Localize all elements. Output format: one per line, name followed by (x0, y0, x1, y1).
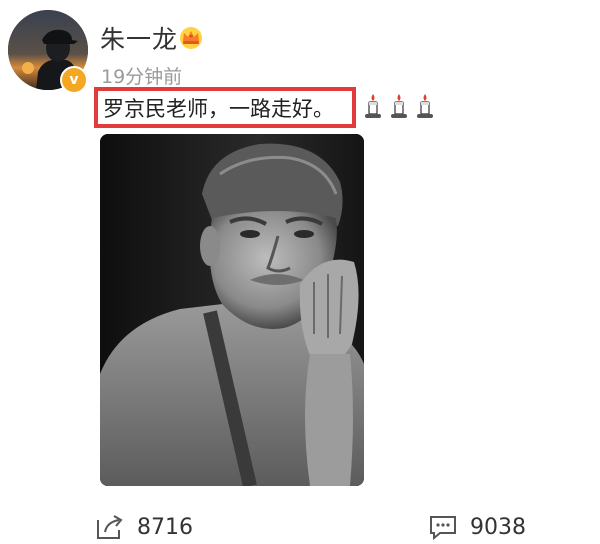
comment-button[interactable]: 9038 (428, 514, 526, 540)
post-text: 罗京民老师，一路走好。 (103, 96, 334, 121)
share-icon (97, 515, 123, 539)
emoji-row (362, 93, 436, 119)
weibo-post: v 朱一龙 19分钟前 罗京民老师，一路走好。 8716 9038 (0, 0, 600, 544)
crown-icon (180, 27, 202, 49)
candle-icon (417, 94, 433, 118)
verified-badge: v (60, 66, 88, 94)
highlighted-post-text: 罗京民老师，一路走好。 (94, 87, 356, 128)
candle-icon (391, 94, 407, 118)
share-count: 8716 (137, 514, 193, 540)
post-image[interactable] (100, 134, 364, 486)
comment-icon (430, 516, 456, 540)
comment-count: 9038 (470, 514, 526, 540)
post-timestamp: 19分钟前 (101, 66, 183, 88)
candle-icon (365, 94, 381, 118)
share-button[interactable]: 8716 (95, 514, 193, 540)
author-name[interactable]: 朱一龙 (100, 20, 178, 56)
